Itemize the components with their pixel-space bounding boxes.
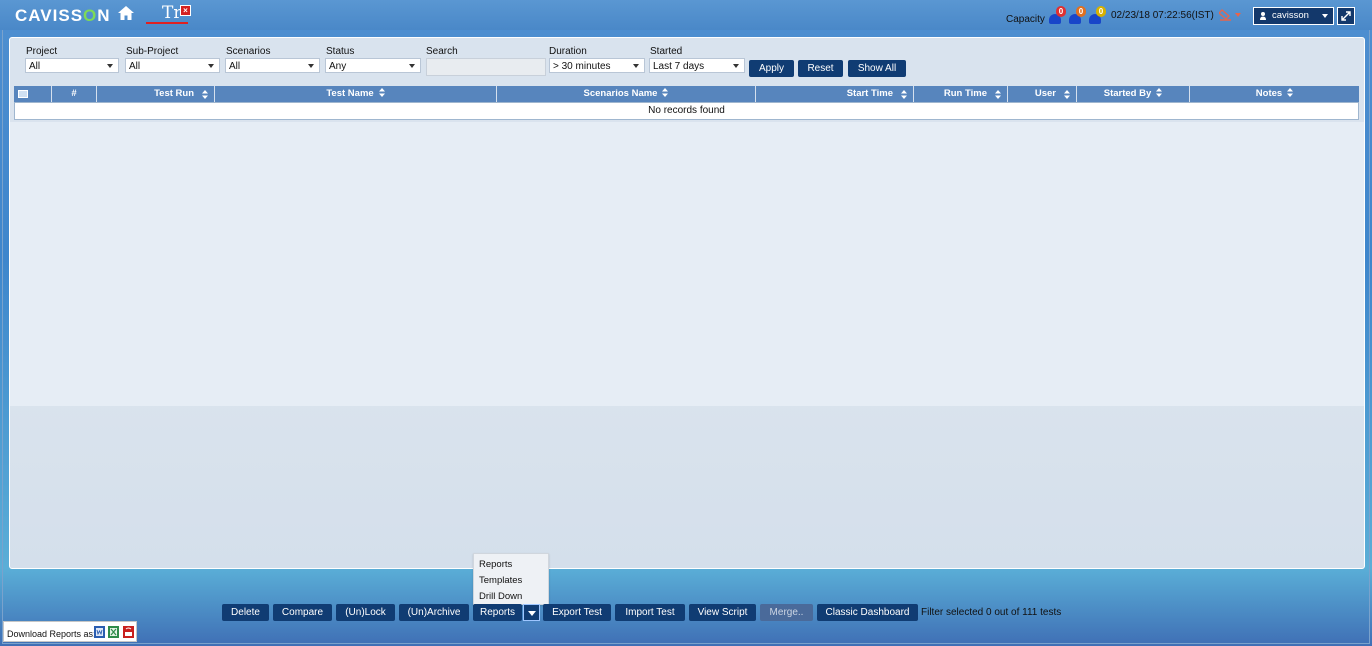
scenarios-select[interactable]: All xyxy=(225,58,320,73)
excel-icon[interactable] xyxy=(108,626,119,638)
chevron-down-icon xyxy=(308,64,314,68)
sort-icon xyxy=(1156,88,1163,97)
col-start-time[interactable]: Start Time xyxy=(756,86,914,102)
sort-icon xyxy=(1287,88,1294,97)
delete-button[interactable]: Delete xyxy=(222,604,269,621)
apply-button[interactable]: Apply xyxy=(749,60,794,77)
chevron-down-icon xyxy=(1322,14,1328,18)
menu-item-drill-down[interactable]: Drill Down xyxy=(479,591,522,602)
search-input[interactable] xyxy=(426,58,546,76)
scenarios-label: Scenarios xyxy=(226,46,271,57)
reports-button[interactable]: Reports xyxy=(473,604,522,621)
empty-table-message: No records found xyxy=(14,102,1359,120)
col-test-run[interactable]: Test Run xyxy=(97,86,215,102)
test-runs-panel: Project All Sub-Project All Scenarios Al… xyxy=(9,37,1365,569)
col-user[interactable]: User xyxy=(1008,86,1077,102)
col-started-by[interactable]: Started By xyxy=(1077,86,1190,102)
download-label: Download Reports as: xyxy=(7,629,96,639)
col-number: # xyxy=(52,86,97,102)
user-menu-button[interactable]: cavisson xyxy=(1253,7,1334,25)
chevron-down-icon xyxy=(633,64,639,68)
chevron-down-icon xyxy=(107,64,113,68)
user-name: cavisson xyxy=(1272,10,1309,21)
menu-item-reports[interactable]: Reports xyxy=(479,559,512,570)
view-script-button[interactable]: View Script xyxy=(689,604,756,621)
sort-icon xyxy=(1064,90,1070,99)
fullscreen-button[interactable] xyxy=(1337,7,1355,25)
menu-item-templates[interactable]: Templates xyxy=(479,575,522,586)
sort-icon xyxy=(662,88,669,97)
pdf-icon[interactable] xyxy=(123,626,134,638)
classic-dashboard-button[interactable]: Classic Dashboard xyxy=(817,604,918,621)
table-header: # Test Run Test Name Scenarios Name Star… xyxy=(14,86,1359,102)
compare-button[interactable]: Compare xyxy=(273,604,332,621)
project-label: Project xyxy=(26,46,58,57)
import-test-button[interactable]: Import Test xyxy=(615,604,685,621)
sort-icon xyxy=(995,90,1001,99)
merge-button[interactable]: Merge.. xyxy=(760,604,813,621)
sub-project-select[interactable]: All xyxy=(125,58,220,73)
home-icon[interactable] xyxy=(118,6,134,20)
test-run-icon[interactable]: Tr × xyxy=(146,3,191,24)
started-select[interactable]: Last 7 days xyxy=(649,58,745,73)
table-body-area xyxy=(10,122,1364,406)
reports-dropdown-menu: Reports Templates Drill Down xyxy=(473,553,549,605)
export-test-button[interactable]: Export Test xyxy=(543,604,611,621)
user-icon xyxy=(1260,12,1266,20)
capacity-label: Capacity xyxy=(1006,14,1045,25)
word-icon[interactable] xyxy=(94,626,105,638)
reports-dropdown-button[interactable] xyxy=(523,604,540,621)
unlock-button[interactable]: (Un)Lock xyxy=(336,604,395,621)
critical-alert-bell-icon[interactable]: 0 xyxy=(1049,6,1066,25)
sort-icon xyxy=(378,88,385,97)
sort-icon xyxy=(901,90,907,99)
duration-select[interactable]: > 30 minutes xyxy=(549,58,645,73)
download-reports-bar: Download Reports as: xyxy=(3,621,137,642)
sub-project-label: Sub-Project xyxy=(126,46,179,57)
select-all-checkbox[interactable] xyxy=(14,86,52,102)
filter-status-text: Filter selected 0 out of 111 tests xyxy=(921,607,1062,618)
chevron-down-icon xyxy=(208,64,214,68)
col-test-name[interactable]: Test Name xyxy=(215,86,497,102)
search-label: Search xyxy=(426,46,458,57)
status-select[interactable]: Any xyxy=(325,58,421,73)
close-icon[interactable]: × xyxy=(180,5,191,16)
major-alert-bell-icon[interactable]: 0 xyxy=(1069,6,1086,25)
sort-icon xyxy=(202,90,208,99)
expand-icon xyxy=(1341,11,1351,21)
cavisson-logo: CAVISSON xyxy=(15,6,111,25)
chevron-down-icon xyxy=(528,611,536,616)
chevron-down-icon xyxy=(409,64,415,68)
chevron-down-icon xyxy=(733,64,739,68)
col-notes[interactable]: Notes xyxy=(1190,86,1359,102)
reset-button[interactable]: Reset xyxy=(798,60,843,77)
theme-paint-icon[interactable] xyxy=(1219,9,1243,21)
project-select[interactable]: All xyxy=(25,58,119,73)
col-run-time[interactable]: Run Time xyxy=(914,86,1008,102)
col-scenarios-name[interactable]: Scenarios Name xyxy=(497,86,756,102)
unarchive-button[interactable]: (Un)Archive xyxy=(399,604,469,621)
server-datetime: 02/23/18 07:22:56(IST) xyxy=(1111,10,1214,21)
duration-label: Duration xyxy=(549,46,587,57)
started-label: Started xyxy=(650,46,683,57)
top-header: CAVISSON Tr × Capacity 0 0 0 02/23/18 07… xyxy=(0,0,1372,30)
show-all-button[interactable]: Show All xyxy=(848,60,906,77)
minor-alert-bell-icon[interactable]: 0 xyxy=(1089,6,1106,25)
status-label: Status xyxy=(326,46,355,57)
